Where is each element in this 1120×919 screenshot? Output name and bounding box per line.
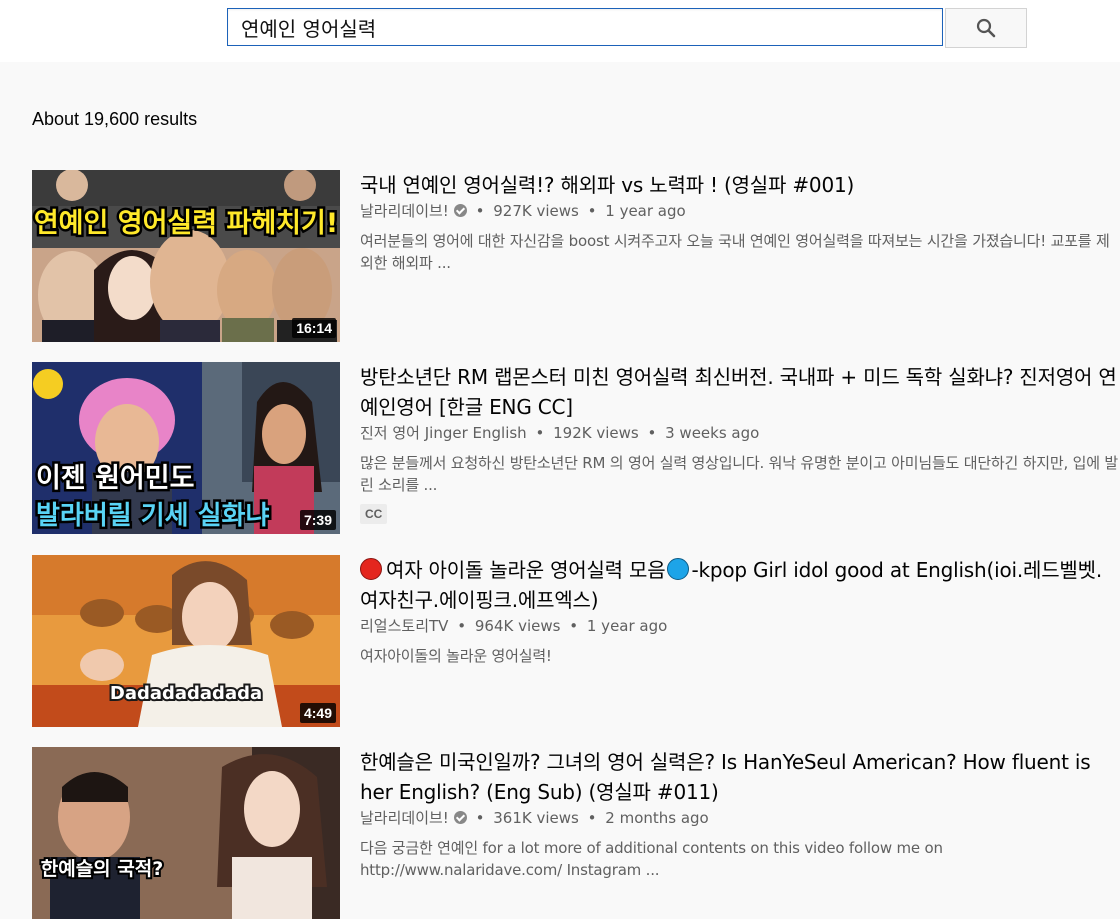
channel-name[interactable]: 진저 영어 Jinger English [360, 424, 527, 442]
upload-age: 1 year ago [605, 202, 686, 220]
video-duration: 4:49 [299, 703, 336, 723]
thumbnail-image: Dadadadadada [32, 555, 340, 727]
video-result: 이젠 원어민도 발라버릴 기세 실화냐 7:39 방탄소년단 RM 랩몬스터 미… [32, 362, 1120, 534]
search-button[interactable] [945, 8, 1027, 48]
channel-name[interactable]: 날라리데이브! [360, 809, 449, 827]
thumbnail-image: 이젠 원어민도 발라버릴 기세 실화냐 [32, 362, 340, 534]
search-box[interactable] [227, 8, 943, 46]
video-title[interactable]: 한예슬은 미국인일까? 그녀의 영어 실력은? Is HanYeSeul Ame… [360, 747, 1120, 807]
thumbnail-caption: 발라버릴 기세 실화냐 [36, 501, 269, 531]
top-bar [0, 0, 1120, 62]
video-title[interactable]: 여자 아이돌 놀라운 영어실력 모음 -kpop Girl idol good a… [360, 555, 1120, 615]
upload-age: 3 weeks ago [665, 424, 760, 442]
video-thumbnail[interactable]: 한예슬의 국적? [32, 747, 340, 919]
channel-name[interactable]: 리얼스토리TV [360, 617, 448, 635]
view-count: 361K views [493, 809, 579, 827]
thumbnail-caption: 한예슬의 국적? [41, 858, 164, 880]
video-duration: 16:14 [292, 318, 336, 338]
video-title[interactable]: 국내 연예인 영어실력!? 해외파 vs 노력파 ! (영실파 #001) [360, 170, 1120, 200]
video-title-part: 여자 아이돌 놀라운 영어실력 모음 [386, 558, 666, 582]
video-description: 여자아이돌의 놀라운 영어실력! [360, 647, 552, 665]
verified-icon [453, 204, 467, 217]
video-description: 여러분들의 영어에 대한 자신감을 boost 시켜주고자 오늘 국내 연예인 … [360, 232, 1110, 272]
red-circle-icon [360, 558, 382, 580]
video-result: Dadadadadada 4:49 여자 아이돌 놀라운 영어실력 모음 -kpo… [32, 555, 1120, 727]
blue-circle-icon [667, 558, 690, 580]
video-title[interactable]: 방탄소년단 RM 랩몬스터 미친 영어실력 최신버전. 국내파 + 미드 독학 … [360, 362, 1120, 422]
video-result: 한예슬의 국적? 한예슬은 미국인일까? 그녀의 영어 실력은? Is HanY… [32, 747, 1120, 919]
thumbnail-image: 한예슬의 국적? [32, 747, 340, 919]
view-count: 964K views [474, 617, 561, 635]
search-input[interactable] [228, 9, 942, 45]
video-thumbnail[interactable]: 연예인 영어실력 파헤치기! 16:14 [32, 170, 340, 342]
video-description: 다음 궁금한 연예인 for a lot more of additional … [360, 839, 943, 879]
thumbnail-caption: 이젠 원어민도 [36, 463, 194, 494]
video-thumbnail[interactable]: 이젠 원어민도 발라버릴 기세 실화냐 7:39 [32, 362, 340, 534]
thumbnail-caption: Dadadadadada [110, 683, 262, 704]
thumbnail-image: 연예인 영어실력 파헤치기! [32, 170, 340, 342]
results-count: About 19,600 results [32, 109, 198, 129]
cc-badge: CC [360, 504, 388, 524]
video-meta: 리얼스토리TV • 964K views • 1 year ago [360, 617, 668, 635]
view-count: 927K views [493, 202, 579, 220]
video-description: 많은 분들께서 요청하신 방탄소년단 RM 의 영어 실력 영상입니다. 워낙 … [360, 454, 1118, 494]
video-meta: 진저 영어 Jinger English • 192K views • 3 we… [360, 424, 760, 442]
video-meta: 날라리데이브! • 361K views • 2 months ago [360, 809, 709, 827]
upload-age: 1 year ago [586, 617, 668, 635]
video-meta: 날라리데이브! • 927K views • 1 year ago [360, 202, 686, 220]
upload-age: 2 months ago [605, 809, 709, 827]
video-result: 연예인 영어실력 파헤치기! 16:14 국내 연예인 영어실력!? 해외파 v… [32, 170, 1120, 342]
verified-icon [453, 811, 467, 824]
thumbnail-caption: 연예인 영어실력 파헤치기! [34, 208, 338, 239]
video-duration: 7:39 [299, 510, 336, 530]
channel-name[interactable]: 날라리데이브! [360, 202, 449, 220]
search-icon [976, 18, 996, 38]
view-count: 192K views [553, 424, 639, 442]
video-thumbnail[interactable]: Dadadadadada 4:49 [32, 555, 340, 727]
